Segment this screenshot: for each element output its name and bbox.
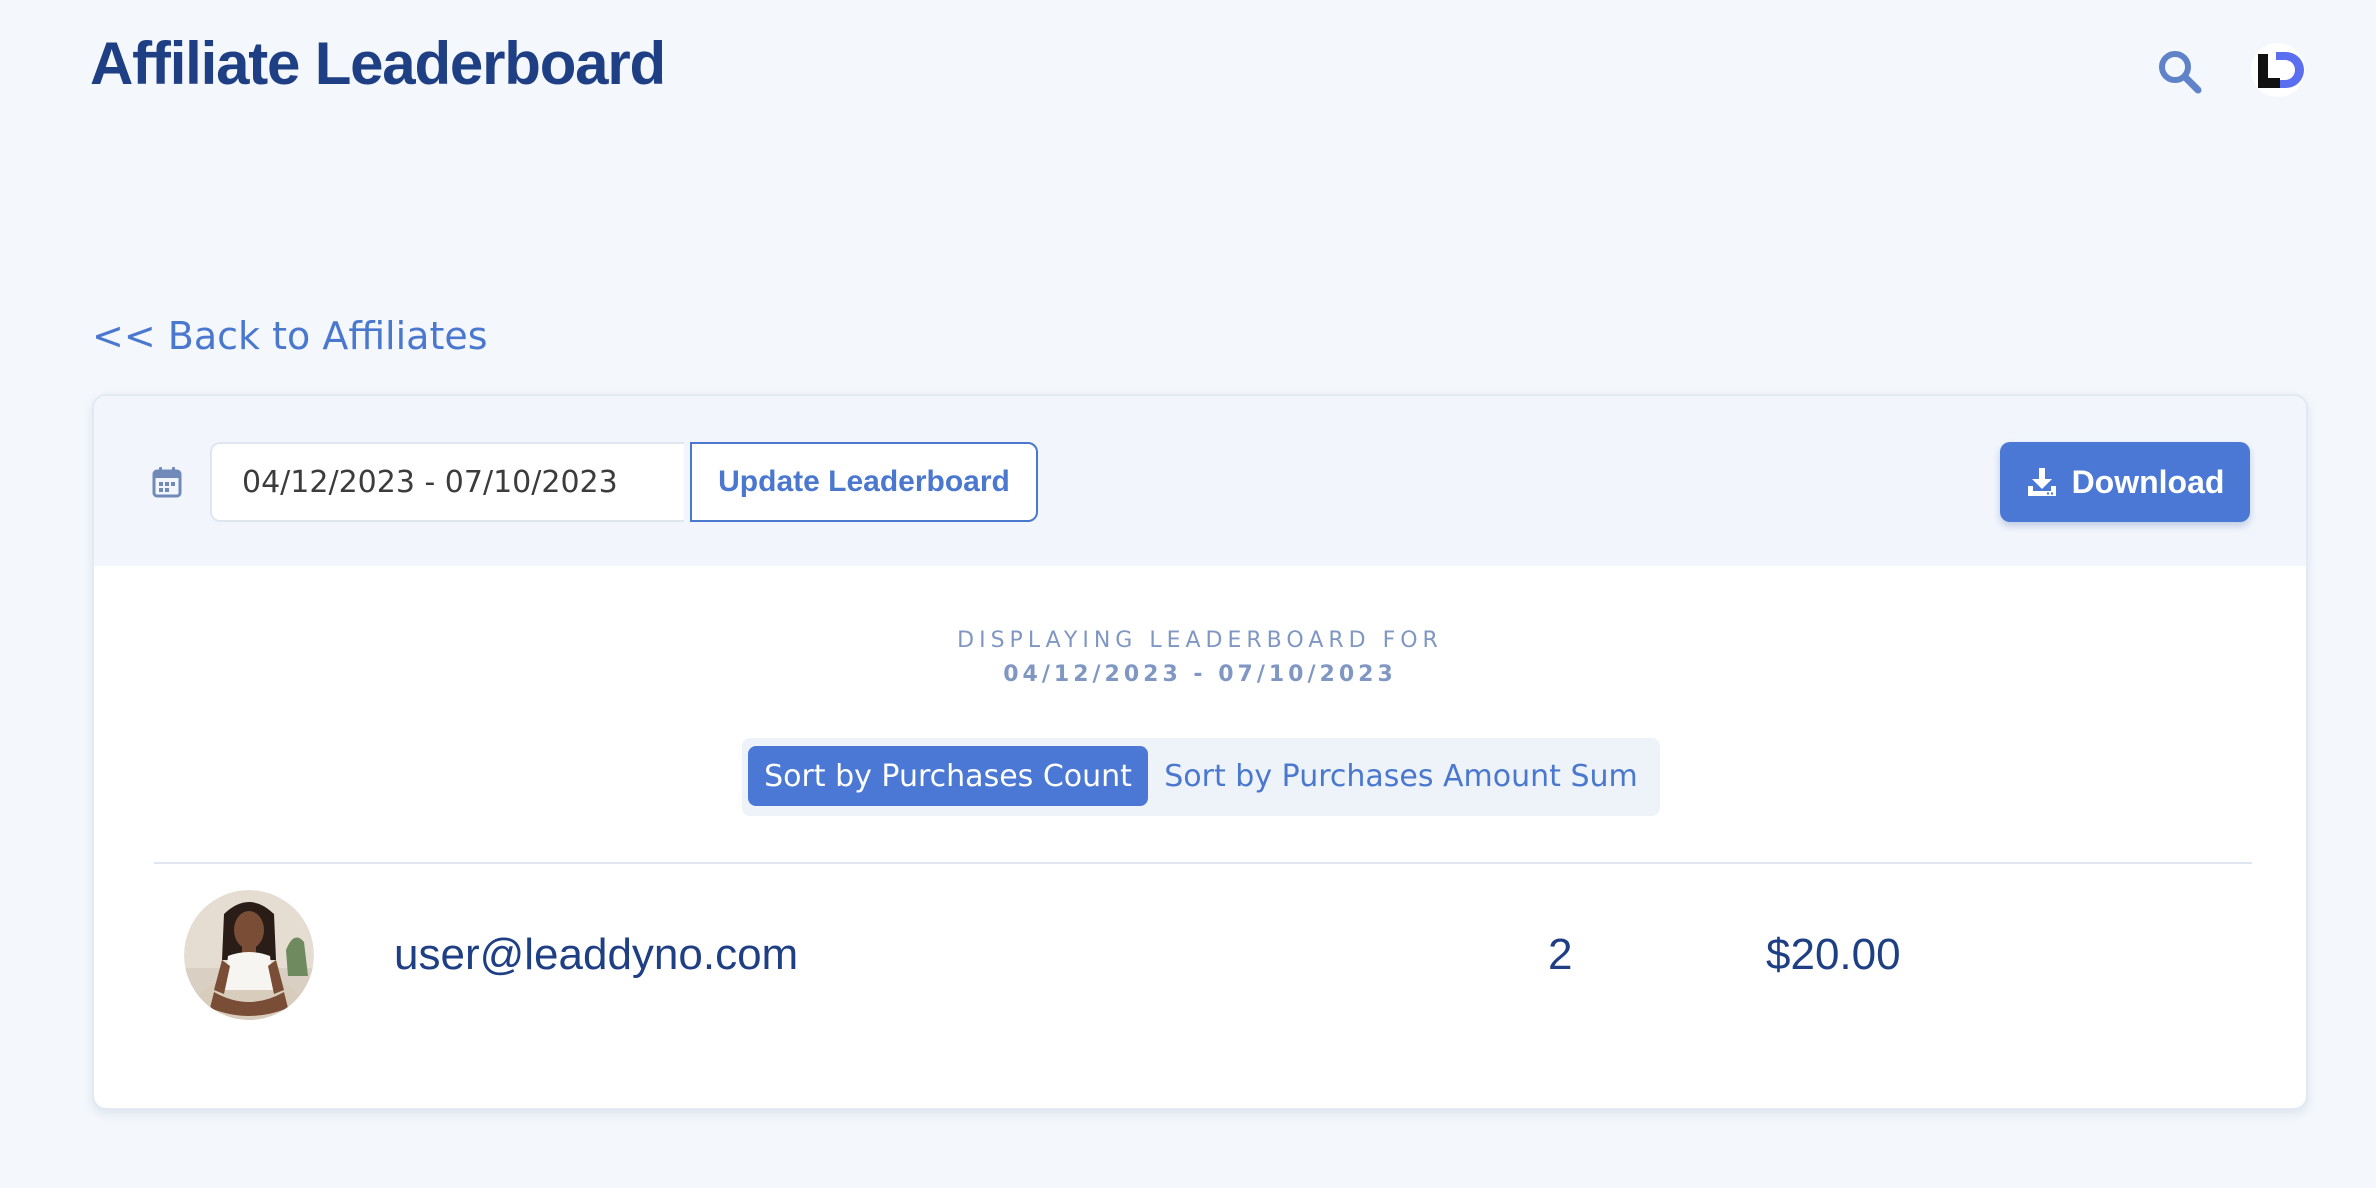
- download-label: Download: [2071, 463, 2225, 500]
- calendar-icon: [152, 466, 182, 498]
- affiliate-email: user@leaddyno.com: [394, 930, 799, 979]
- sort-toggle-group: Sort by Purchases Count Sort by Purchase…: [742, 738, 1660, 816]
- search-icon[interactable]: [2156, 48, 2204, 96]
- displaying-range: 04/12/2023 - 07/10/2023: [1003, 662, 1397, 687]
- back-to-affiliates-link[interactable]: << Back to Affiliates: [92, 310, 488, 362]
- page-title: Affiliate Leaderboard: [90, 30, 666, 97]
- leaddyno-logo[interactable]: [2250, 42, 2306, 98]
- sort-by-purchases-count-button[interactable]: Sort by Purchases Count: [748, 746, 1148, 806]
- download-icon: [2027, 468, 2056, 496]
- purchases-amount: $20.00: [1766, 930, 1901, 979]
- leaderboard-row: user@leaddyno.com 2 $20.00: [94, 890, 2306, 1026]
- download-button[interactable]: Download: [2000, 442, 2250, 522]
- leaderboard-card: Update Leaderboard Download DISPLAYING L…: [92, 394, 2308, 1110]
- date-range-input[interactable]: [210, 442, 684, 522]
- avatar: [184, 890, 314, 1020]
- displaying-label: DISPLAYING LEADERBOARD FOR: [957, 628, 1443, 653]
- leaderboard-toolbar: Update Leaderboard Download: [94, 396, 2306, 566]
- purchases-count: 2: [1548, 930, 1573, 979]
- divider: [154, 862, 2252, 864]
- sort-by-purchases-amount-button[interactable]: Sort by Purchases Amount Sum: [1148, 746, 1654, 806]
- update-leaderboard-button[interactable]: Update Leaderboard: [690, 442, 1038, 522]
